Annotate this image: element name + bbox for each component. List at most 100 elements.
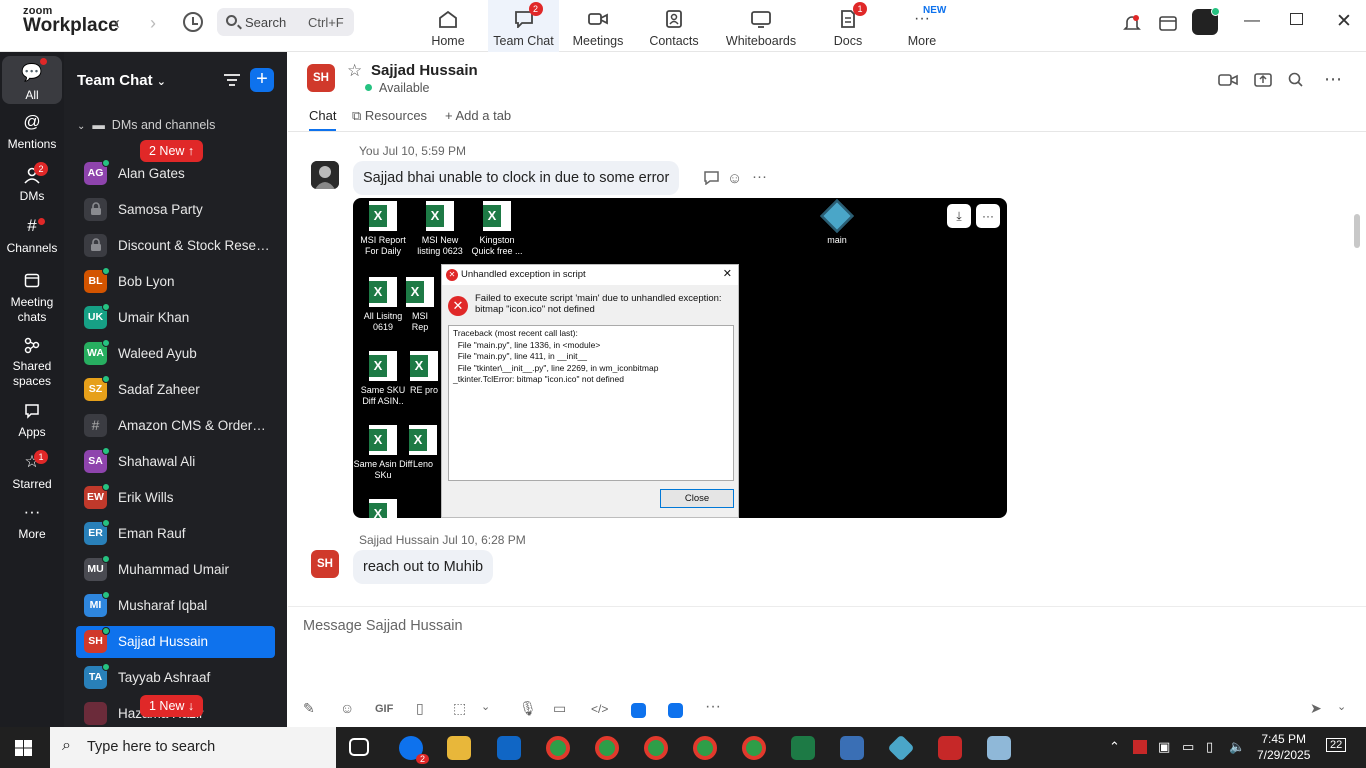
video-call-icon[interactable] (1218, 72, 1238, 92)
rail-all[interactable]: 💬 All (2, 56, 62, 104)
tab-chat[interactable]: Chat (309, 108, 337, 131)
chrome-icon[interactable] (742, 736, 766, 760)
star-icon[interactable]: ☆ (347, 61, 362, 81)
file-explorer-icon[interactable] (447, 736, 471, 760)
microphone-icon[interactable]: 🎙 (519, 700, 537, 717)
chrome-icon[interactable] (546, 736, 570, 760)
gif-icon[interactable]: GIF (375, 703, 393, 715)
contact-avatar[interactable]: SH (307, 64, 335, 92)
tab-resources[interactable]: ⧉ Resources (352, 108, 427, 124)
tab-whiteboards[interactable]: Whiteboards (724, 0, 798, 52)
contact-item[interactable]: AG Alan Gates (76, 158, 275, 190)
rail-channels[interactable]: # Channels (2, 217, 62, 256)
chrome-icon[interactable] (595, 736, 619, 760)
main-app-icon[interactable] (887, 734, 915, 762)
emoji-reaction-icon[interactable]: ☺ (727, 170, 742, 187)
contact-item[interactable]: Samosa Party (76, 194, 275, 226)
rail-mentions[interactable]: @ Mentions (2, 113, 62, 152)
contact-item[interactable]: EW Erik Wills (76, 482, 275, 514)
chrome-icon[interactable] (644, 736, 668, 760)
contact-item[interactable]: SZ Sadaf Zaheer (76, 374, 275, 406)
filezilla-icon[interactable] (938, 736, 962, 760)
share-screen-icon[interactable] (1254, 72, 1272, 92)
new-messages-down-pill[interactable]: 1 New ↓ (140, 695, 204, 717)
rail-more[interactable]: ··· More (2, 503, 62, 542)
search-icon[interactable] (1288, 72, 1304, 92)
contact-item[interactable]: SA Shahawal Ali (76, 446, 275, 478)
taskbar-search[interactable]: ⌕ Type here to search (50, 727, 336, 768)
network-icon[interactable]: ▯ (1206, 739, 1213, 755)
battery-icon[interactable]: ▭ (1182, 739, 1194, 755)
rail-dms[interactable]: 2 DMs (2, 162, 62, 204)
filezilla-tray-icon[interactable] (1133, 740, 1147, 754)
chevron-down-icon[interactable]: ⌄ (481, 700, 490, 713)
calculator-icon[interactable] (840, 736, 864, 760)
filter-icon[interactable] (224, 74, 240, 86)
search-bar[interactable]: Search Ctrl+F (217, 8, 354, 36)
chrome-icon[interactable] (693, 736, 717, 760)
code-icon[interactable]: </> (591, 702, 608, 716)
contact-item[interactable]: MU Muhammad Umair (76, 554, 275, 586)
tab-meetings[interactable]: Meetings (570, 0, 626, 52)
contact-item[interactable]: WA Waleed Ayub (76, 338, 275, 370)
more-tools-icon[interactable]: ··· (705, 698, 721, 716)
video-message-icon[interactable]: ▭ (553, 700, 566, 717)
attachment-more-icon[interactable]: ··· (976, 204, 1000, 228)
calendar-icon[interactable] (1158, 13, 1178, 33)
message-bubble[interactable]: Sajjad bhai unable to clock in due to so… (353, 161, 680, 195)
tab-add[interactable]: + Add a tab (445, 108, 511, 123)
restore-icon[interactable] (1290, 13, 1303, 25)
sender-avatar[interactable]: SH (311, 550, 339, 578)
tab-docs[interactable]: 1 Docs (830, 0, 867, 52)
notification-center-icon[interactable]: 22 (1326, 736, 1347, 752)
contact-item[interactable]: # Amazon CMS & OrderA... (76, 410, 275, 442)
rail-shared-spaces[interactable]: Shared spaces (2, 336, 62, 389)
new-messages-up-pill[interactable]: 2 New ↑ (140, 140, 204, 162)
rail-apps[interactable]: Apps (2, 402, 62, 440)
message-bubble[interactable]: reach out to Muhib (353, 550, 494, 584)
show-hidden-icons-icon[interactable]: ⌃ (1109, 739, 1120, 755)
group-header-dms-channels[interactable]: ⌄ ▬ DMs and channels (77, 118, 215, 132)
format-icon[interactable]: ✎ (303, 700, 315, 717)
outlook-icon[interactable] (497, 736, 521, 760)
windows-start-icon[interactable] (15, 740, 32, 756)
system-clock[interactable]: 7:45 PM 7/29/2025 (1257, 731, 1310, 763)
contact-name[interactable]: Sajjad Hussain (371, 62, 478, 79)
zoom-taskbar-icon[interactable]: 2 (399, 736, 429, 764)
message-more-icon[interactable]: ··· (752, 168, 767, 185)
excel-icon[interactable] (791, 736, 815, 760)
reply-icon[interactable] (703, 170, 720, 189)
contact-item[interactable]: MI Musharaf Iqbal (76, 590, 275, 622)
tab-contacts[interactable]: Contacts (646, 0, 702, 52)
rail-meeting-chats[interactable]: Meeting chats (2, 272, 62, 325)
file-icon[interactable]: ▯ (416, 700, 424, 717)
message-input[interactable]: Message Sajjad Hussain (303, 618, 463, 634)
tab-home[interactable]: Home (422, 0, 474, 52)
history-icon[interactable] (183, 12, 203, 32)
forward-arrow-icon[interactable]: › (150, 13, 156, 34)
screenshot-icon[interactable]: ⬚ (453, 700, 466, 717)
contact-item[interactable]: UK Umair Khan (76, 302, 275, 334)
notification-bell-icon[interactable] (1122, 13, 1142, 33)
tab-team-chat[interactable]: 2 Team Chat (488, 0, 559, 52)
download-icon[interactable]: ⤓ (947, 204, 971, 228)
contact-item[interactable]: TA Tayyab Ashraaf (76, 662, 275, 694)
rail-starred[interactable]: ☆ 1 Starred (2, 450, 62, 492)
avatar[interactable] (1192, 7, 1220, 35)
screenshot-attachment[interactable]: X MSI Report For Daily X MSI New listing 0… (353, 198, 1007, 518)
app-icon[interactable] (668, 703, 683, 718)
back-arrow-icon[interactable]: ‹ (114, 13, 120, 34)
contact-item[interactable]: SH Sajjad Hussain (76, 626, 275, 658)
contact-item[interactable]: Discount & Stock Reser... (76, 230, 275, 262)
contact-item[interactable]: BL Bob Lyon (76, 266, 275, 298)
app-icon[interactable] (987, 736, 1011, 760)
chevron-down-icon[interactable]: ⌄ (1337, 700, 1346, 713)
my-avatar[interactable] (311, 161, 339, 189)
more-options-icon[interactable]: ⋯ (1324, 69, 1342, 90)
contact-item[interactable]: ER Eman Rauf (76, 518, 275, 550)
volume-icon[interactable]: 🔈 (1229, 739, 1245, 755)
task-view-icon[interactable] (349, 738, 369, 756)
sidebar-title[interactable]: Team Chat ⌄ (77, 72, 166, 89)
send-icon[interactable]: ➤ (1310, 700, 1322, 717)
emoji-icon[interactable]: ☺ (340, 700, 354, 716)
